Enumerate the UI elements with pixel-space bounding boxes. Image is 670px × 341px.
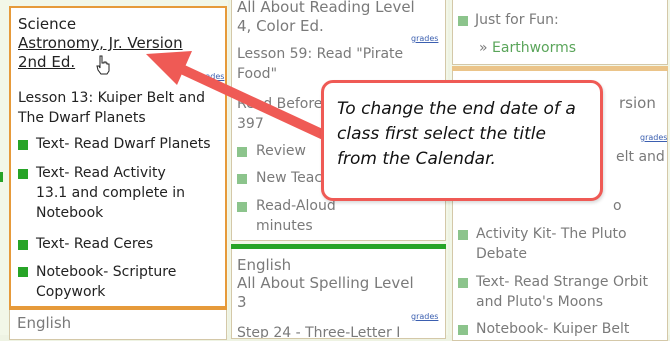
instruction-callout: To change the end date of a class first … — [321, 80, 603, 201]
callout-text: To change the end date of a class first … — [337, 99, 576, 169]
